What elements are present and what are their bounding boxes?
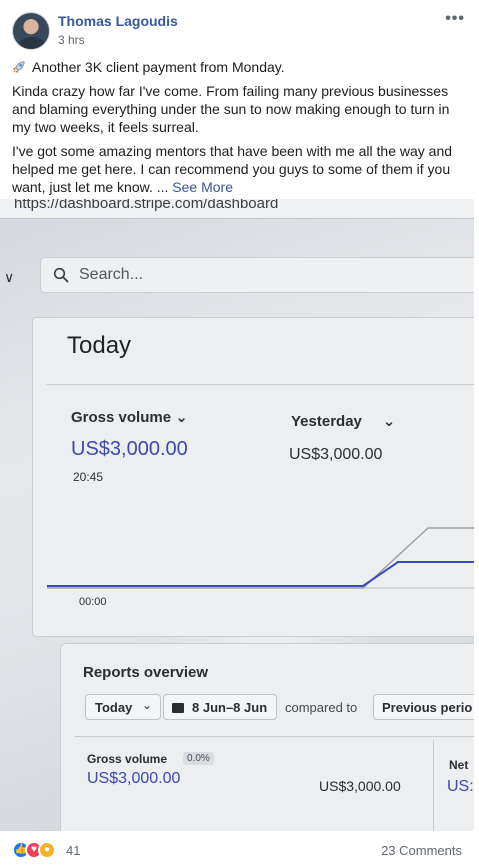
post-header: Thomas Lagoudis 3 hrs ••• xyxy=(0,0,479,56)
gross-volume-chart xyxy=(47,527,474,589)
gross-volume-time: 20:45 xyxy=(73,470,104,484)
reaction-count[interactable]: 41 xyxy=(66,843,80,858)
reports-gross-volume-value: US$3,000.00 xyxy=(87,770,181,787)
browser-url: https://dashboard.stripe.com/dashboard xyxy=(14,199,279,212)
chevron-down-icon: ∨ xyxy=(4,269,15,285)
today-card: Today Gross volume ⌄ US$3,000.00 20:45 Y… xyxy=(32,317,474,637)
reports-net-value: US: xyxy=(447,778,474,795)
post-paragraph-3: I've got some amazing mentors that have … xyxy=(12,142,470,196)
post-line-1: Another 3K client payment from Monday. xyxy=(12,58,470,76)
reports-title: Reports overview xyxy=(83,664,209,681)
yesterday-value: US$3,000.00 xyxy=(289,446,383,463)
gross-volume-label-text: Gross volume xyxy=(71,409,172,426)
post-text: Another 3K client payment from Monday. K… xyxy=(12,58,470,202)
gross-volume-label: Gross volume ⌄ xyxy=(71,408,188,426)
post-photo[interactable]: https://dashboard.stripe.com/dashboard ∨… xyxy=(0,199,474,831)
date-range-select: 8 Jun–8 Jun xyxy=(163,694,277,720)
more-options-icon[interactable]: ••• xyxy=(445,10,465,28)
see-more-link[interactable]: See More xyxy=(172,179,233,195)
period-select: Today ⌄ xyxy=(85,694,161,720)
period-select-label: Today xyxy=(95,700,133,715)
previous-period-select: Previous perio xyxy=(373,694,474,720)
gross-volume-value: US$3,000.00 xyxy=(71,438,188,460)
chevron-down-icon: ⌄ xyxy=(141,698,152,712)
reports-gross-volume-label: Gross volume xyxy=(87,752,168,766)
reports-overview-card: Reports overview Today ⌄ 8 Jun–8 Jun com… xyxy=(60,643,474,831)
today-title: Today xyxy=(67,332,132,359)
rocket-icon xyxy=(12,61,25,74)
search-box: Search... xyxy=(40,257,474,293)
reports-net-label: Net xyxy=(449,758,469,772)
compared-to-label: compared to xyxy=(285,700,358,715)
post-footer: 👍 ♥ ● 41 23 Comments xyxy=(0,831,479,868)
chevron-down-icon: ⌄ xyxy=(175,409,188,426)
reaction-icons[interactable]: 👍 ♥ ● xyxy=(12,841,68,859)
chart-x-tick: 00:00 xyxy=(79,596,107,608)
search-placeholder: Search... xyxy=(79,266,144,283)
calendar-icon xyxy=(172,703,184,713)
wow-icon: ● xyxy=(38,841,56,859)
change-badge: 0.0% xyxy=(183,752,214,765)
yesterday-series-line xyxy=(47,527,474,589)
post-line-1-text: Another 3K client payment from Monday. xyxy=(32,59,285,75)
search-icon xyxy=(53,267,69,283)
browser-url-bar: https://dashboard.stripe.com/dashboard xyxy=(0,199,474,219)
avatar[interactable] xyxy=(12,12,50,50)
comment-count[interactable]: 23 Comments xyxy=(381,843,462,858)
post-paragraph-2: Kinda crazy how far I've come. From fail… xyxy=(12,83,450,135)
reports-previous-value: US$3,000.00 xyxy=(319,778,401,794)
date-range-label: 8 Jun–8 Jun xyxy=(192,700,268,715)
author-name[interactable]: Thomas Lagoudis xyxy=(58,13,178,29)
yesterday-label: Yesterday ⌄ xyxy=(291,412,395,430)
today-series-line xyxy=(47,561,474,587)
chevron-down-icon: ⌄ xyxy=(382,413,396,430)
previous-period-label: Previous perio xyxy=(382,700,473,715)
yesterday-label-text: Yesterday xyxy=(291,413,362,430)
post-timestamp[interactable]: 3 hrs xyxy=(58,33,85,47)
